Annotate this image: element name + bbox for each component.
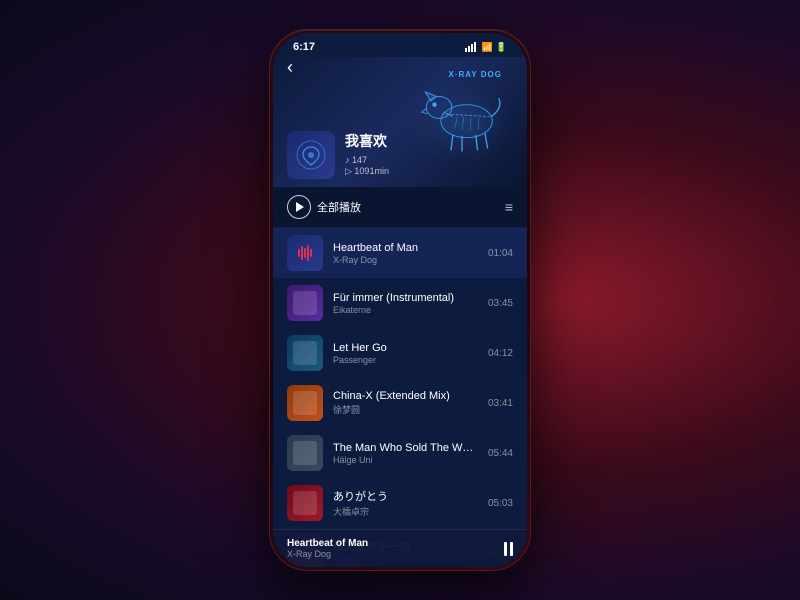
track-thumbnail (287, 385, 323, 421)
track-artist: Eikaterne (333, 305, 478, 315)
pause-bar-right (510, 542, 513, 556)
track-duration: 05:44 (488, 448, 513, 459)
track-thumbnail (287, 285, 323, 321)
track-artist: Hälge Uni (333, 455, 478, 465)
now-playing-artist: X-Ray Dog (287, 549, 368, 559)
play-all-button[interactable]: 全部播放 (287, 195, 361, 219)
track-duration: 03:45 (488, 298, 513, 309)
album-duration: ▷ 1091min (345, 166, 389, 177)
track-item[interactable]: Let Her Go Passenger 04:12 (273, 328, 527, 378)
track-artist: X-Ray Dog (333, 255, 478, 265)
phone-frame: 6:17 📶 🔋 (270, 30, 530, 570)
track-thumbnail (287, 435, 323, 471)
play-triangle-icon (296, 202, 304, 212)
wifi-icon: 📶 (482, 42, 493, 53)
battery-icon: 🔋 (496, 42, 507, 53)
track-info: The Man Who Sold The World Hälge Uni (333, 442, 478, 465)
track-thumbnail (287, 235, 323, 271)
status-time: 6:17 (293, 41, 315, 53)
track-item[interactable]: Für immer (Instrumental) Eikaterne 03:45 (273, 278, 527, 328)
status-bar: 6:17 📶 🔋 (273, 33, 527, 57)
xray-label: X·RAY DOG (449, 70, 502, 79)
track-duration: 03:41 (488, 398, 513, 409)
track-item[interactable]: The Man Who Sold The World Hälge Uni 05:… (273, 428, 527, 478)
track-name: Für immer (Instrumental) (333, 292, 478, 304)
album-songs: ♪ 147 (345, 155, 389, 165)
back-button[interactable]: ‹ (287, 57, 293, 78)
now-playing-info: Heartbeat of Man X-Ray Dog (287, 538, 368, 559)
now-playing-title: Heartbeat of Man (287, 538, 368, 549)
status-icons: 📶 🔋 (465, 42, 507, 53)
track-thumbnail (287, 485, 323, 521)
track-name: ありがとう (333, 488, 478, 504)
controls-bar: 全部播放 ≡ (273, 187, 527, 228)
track-item[interactable]: ありがとう 大橋卓宗 05:03 (273, 478, 527, 528)
album-stats: ♪ 147 ▷ 1091min (345, 155, 389, 177)
track-info: Heartbeat of Man X-Ray Dog (333, 242, 478, 265)
track-info: Für immer (Instrumental) Eikaterne (333, 292, 478, 315)
signal-icon (465, 42, 476, 52)
track-artist: 大橋卓宗 (333, 505, 478, 518)
track-info: Let Her Go Passenger (333, 342, 478, 365)
track-artist: 徐梦圆 (333, 403, 478, 416)
track-info: China-X (Extended Mix) 徐梦圆 (333, 390, 478, 416)
track-info: ありがとう 大橋卓宗 (333, 488, 478, 518)
waveform-icon (298, 245, 312, 261)
track-duration: 05:03 (488, 498, 513, 509)
album-info: 我喜欢 ♪ 147 ▷ 1091min (287, 131, 389, 179)
pause-bar-left (504, 542, 507, 556)
album-title: 我喜欢 (345, 131, 389, 151)
now-playing-bar[interactable]: Heartbeat of Man X-Ray Dog (273, 529, 527, 567)
track-name: Let Her Go (333, 342, 478, 354)
xray-dog-illustration: X·RAY DOG (407, 62, 517, 162)
play-circle (287, 195, 311, 219)
track-name: Heartbeat of Man (333, 242, 478, 254)
pause-button[interactable] (504, 542, 513, 556)
album-art (287, 131, 335, 179)
track-duration: 04:12 (488, 348, 513, 359)
track-list: Heartbeat of Man X-Ray Dog 01:04 Für imm… (273, 228, 527, 567)
play-all-label: 全部播放 (317, 199, 361, 215)
hero-section: X·RAY DOG ‹ 我喜欢 ♪ 147 ▷ 1091min (273, 57, 527, 187)
album-metadata: 我喜欢 ♪ 147 ▷ 1091min (345, 131, 389, 177)
track-name: China-X (Extended Mix) (333, 390, 478, 402)
phone-screen: 6:17 📶 🔋 (273, 33, 527, 567)
track-thumbnail (287, 335, 323, 371)
track-artist: Passenger (333, 355, 478, 365)
track-name: The Man Who Sold The World (333, 442, 478, 454)
list-icon[interactable]: ≡ (505, 199, 513, 215)
track-item[interactable]: Heartbeat of Man X-Ray Dog 01:04 (273, 228, 527, 278)
track-item[interactable]: China-X (Extended Mix) 徐梦圆 03:41 (273, 378, 527, 428)
track-duration: 01:04 (488, 248, 513, 259)
